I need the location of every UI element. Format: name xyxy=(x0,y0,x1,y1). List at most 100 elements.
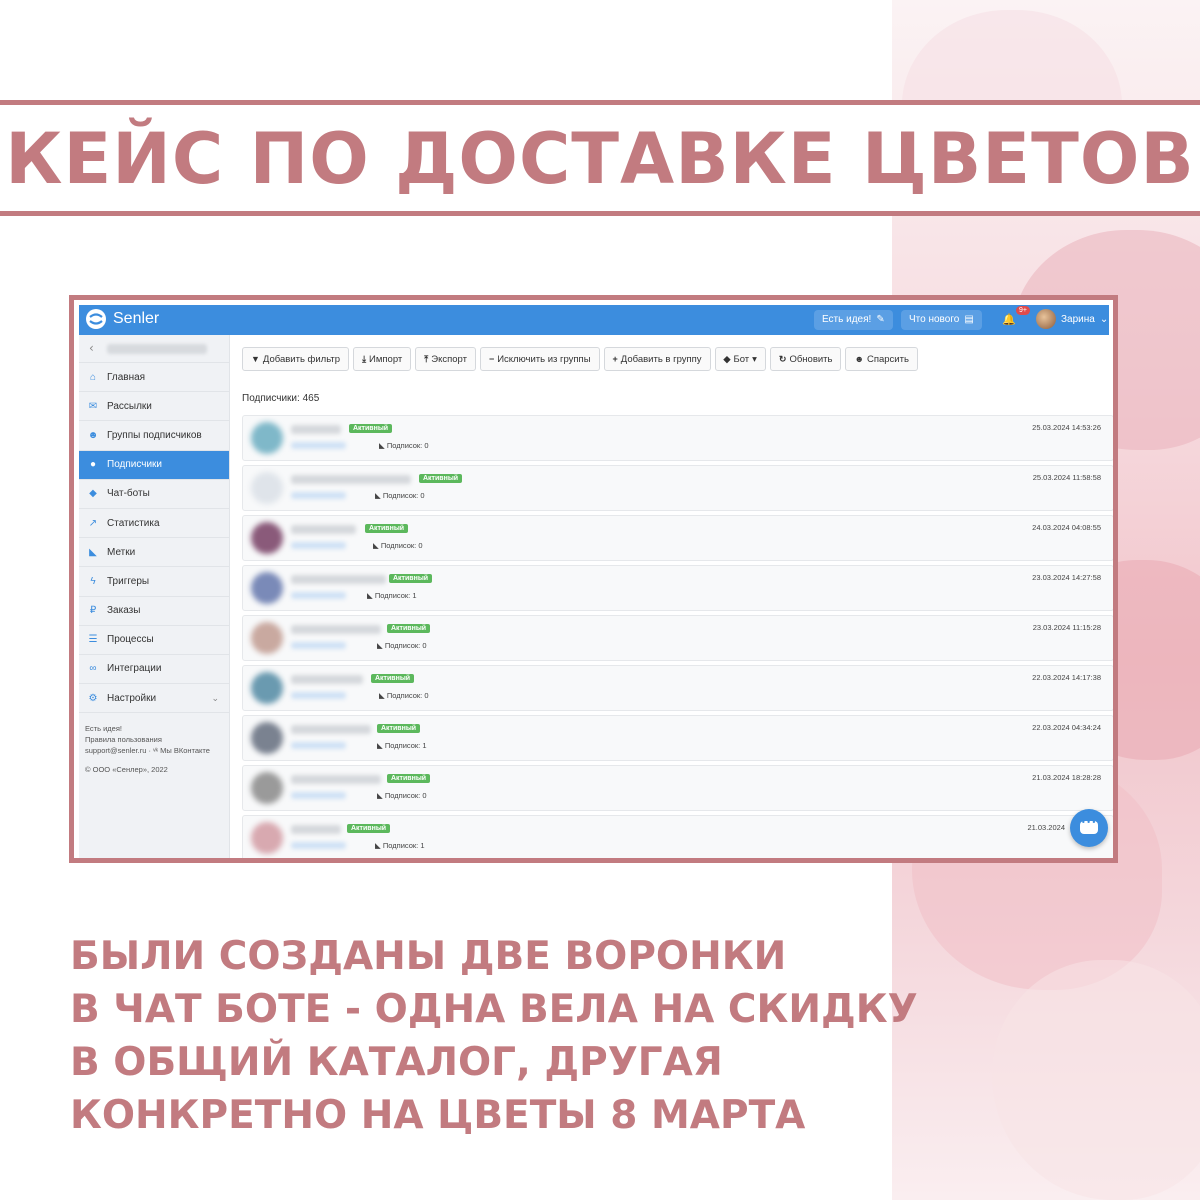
timestamp: 21.03.2024 xyxy=(1027,823,1065,832)
name-blurred xyxy=(291,625,381,634)
sidebar-item-integrations[interactable]: ∞ Интеграции xyxy=(79,655,229,685)
status-badge: Активный xyxy=(419,474,463,483)
caption: БЫЛИ СОЗДАНЫ ДВЕ ВОРОНКИ В ЧАТ БОТЕ - ОД… xyxy=(70,930,918,1142)
footer-support-email[interactable]: support@senler.ru · xyxy=(85,746,153,755)
sidebar-item-chatbots[interactable]: ◆ Чат-боты xyxy=(79,480,229,509)
sidebar-item-home[interactable]: ⌂ Главная xyxy=(79,363,229,393)
subscriptions-label: Подписок: 0 xyxy=(384,791,427,800)
list-item[interactable]: Активный ◣ Подписок: 0 22.03.2024 14:17:… xyxy=(242,665,1113,711)
footer-vk-link[interactable]: Мы ВКонтакте xyxy=(160,746,210,755)
status-badge: Активный xyxy=(377,724,421,733)
status-badge: Активный xyxy=(387,624,431,633)
chart-icon: ↗ xyxy=(88,517,98,529)
subscriptions-label: Подписок: 1 xyxy=(382,841,425,850)
subscriptions-count: ◣ Подписок: 0 xyxy=(377,791,427,800)
avatar xyxy=(251,722,283,754)
button-label: Импорт xyxy=(369,353,403,365)
idea-button[interactable]: Есть идея! ✎ xyxy=(814,310,893,330)
sidebar-item-label: Группы подписчиков xyxy=(107,429,202,441)
name-blurred xyxy=(291,475,411,484)
sidebar-item-label: Подписчики xyxy=(107,459,163,471)
sidebar-item-triggers[interactable]: ϟ Триггеры xyxy=(79,567,229,597)
bell-icon[interactable]: 🔔 xyxy=(1001,312,1017,328)
timestamp: 25.03.2024 11:58:58 xyxy=(1032,473,1101,482)
caret-down-icon: ▾ xyxy=(752,353,757,365)
subscriptions-label: Подписок: 1 xyxy=(384,741,427,750)
list-item[interactable]: Активный ◣ Подписок: 0 25.03.2024 14:53:… xyxy=(242,415,1113,461)
android-icon: ◆ xyxy=(89,488,97,500)
sidebar-item-stats[interactable]: ↗ Статистика xyxy=(79,509,229,539)
avatar xyxy=(251,472,283,504)
notification-badge: 9+ xyxy=(1016,306,1030,315)
avatar xyxy=(251,522,283,554)
bot-dropdown[interactable]: ◆ Бот ▾ xyxy=(714,347,766,371)
app-topbar: Senler Есть идея! ✎ Что нового ▤ 🔔 9+ За… xyxy=(79,305,1109,335)
page-title: КЕЙС ПО ДОСТАВКЕ ЦВЕТОВ xyxy=(5,118,1195,200)
tag-icon: ◣ xyxy=(373,541,381,550)
sidebar-item-label: Заказы xyxy=(107,605,141,617)
subscriptions-count: ◣ Подписок: 0 xyxy=(379,441,429,450)
users-icon: ☻ xyxy=(854,354,864,364)
name-blurred xyxy=(291,725,371,734)
name-blurred xyxy=(291,675,363,684)
sidebar-item-label: Процессы xyxy=(107,634,154,646)
sidebar-item-label: Статистика xyxy=(107,517,160,529)
status-badge: Активный xyxy=(365,524,409,533)
sidebar-item-processes[interactable]: ☰ Процессы xyxy=(79,626,229,655)
footer-idea-link[interactable]: Есть идея! xyxy=(85,723,223,734)
subscriptions-label: Подписок: 0 xyxy=(380,541,423,550)
senler-logo-icon xyxy=(86,309,106,329)
home-icon: ⌂ xyxy=(89,371,97,383)
sidebar-item-subscribers[interactable]: ● Подписчики xyxy=(79,450,229,480)
app-logo[interactable]: Senler xyxy=(85,308,159,330)
subscriber-list: Активный ◣ Подписок: 0 25.03.2024 14:53:… xyxy=(242,415,1113,858)
list-item[interactable]: Активный ◣ Подписок: 0 21.03.2024 18:28:… xyxy=(242,765,1113,811)
export-button[interactable]: ⤒ Экспорт xyxy=(415,347,476,371)
button-label: Бот xyxy=(733,353,750,365)
users-icon: ☻ xyxy=(87,429,99,441)
list-item[interactable]: Активный ◣ Подписок: 0 25.03.2024 11:58:… xyxy=(242,465,1113,511)
tag-icon: ◣ xyxy=(377,741,385,750)
avatar xyxy=(251,572,283,604)
sidebar-back[interactable]: ‹ xyxy=(79,335,229,363)
subscriptions-count: ◣ Подписок: 0 xyxy=(379,691,429,700)
footer-rules-link[interactable]: Правила пользования xyxy=(85,734,223,745)
list-item[interactable]: Активный ◣ Подписок: 0 23.03.2024 11:15:… xyxy=(242,615,1113,661)
band-bottom-line xyxy=(0,211,1200,216)
tag-icon: ◣ xyxy=(379,441,387,450)
list-item[interactable]: Активный ◣ Подписок: 1 21.03.2024 xyxy=(242,815,1113,858)
tag-icon: ◣ xyxy=(375,841,383,850)
list-item[interactable]: Активный ◣ Подписок: 1 23.03.2024 14:27:… xyxy=(242,565,1113,611)
sidebar-item-label: Триггеры xyxy=(107,575,150,587)
sidebar-item-tags[interactable]: ◣ Метки xyxy=(79,538,229,568)
refresh-button[interactable]: ↻ Обновить xyxy=(769,347,842,371)
sidebar-item-orders[interactable]: ₽ Заказы xyxy=(79,597,229,626)
footer-support-line: support@senler.ru · ᵛᵏ Мы ВКонтакте xyxy=(85,745,223,756)
status-badge: Активный xyxy=(371,674,415,683)
sidebar-item-groups[interactable]: ☻ Группы подписчиков xyxy=(79,421,229,451)
status-badge: Активный xyxy=(349,424,393,433)
list-item[interactable]: Активный ◣ Подписок: 0 24.03.2024 04:08:… xyxy=(242,515,1113,561)
button-label: Добавить фильтр xyxy=(262,353,341,365)
button-label: Добавить в группу xyxy=(620,353,702,365)
chat-widget-button[interactable] xyxy=(1070,809,1108,847)
exclude-button[interactable]: − Исключить из группы xyxy=(479,347,600,371)
news-button[interactable]: Что нового ▤ xyxy=(901,310,982,330)
sidebar-item-mailings[interactable]: ✉ Рассылки xyxy=(79,392,229,422)
user-menu[interactable]: Зарина ⌄ xyxy=(1036,309,1108,329)
ruble-icon: ₽ xyxy=(89,605,97,617)
parse-button[interactable]: ☻ Спарсить xyxy=(845,347,918,371)
tag-icon: ◣ xyxy=(377,641,385,650)
list-item[interactable]: Активный ◣ Подписок: 1 22.03.2024 04:34:… xyxy=(242,715,1113,761)
link-blurred xyxy=(291,692,346,699)
name-blurred xyxy=(291,825,341,834)
import-button[interactable]: ⤓ Импорт xyxy=(353,347,412,371)
tag-icon: ◣ xyxy=(367,591,375,600)
envelope-icon: ✉ xyxy=(88,400,98,412)
subscriptions-label: Подписок: 0 xyxy=(386,441,429,450)
add-to-group-button[interactable]: + Добавить в группу xyxy=(603,347,711,371)
chevron-left-icon: ‹ xyxy=(89,341,94,355)
name-blurred xyxy=(291,775,381,784)
sidebar-item-settings[interactable]: ⚙ Настройки ⌄ xyxy=(79,684,229,714)
add-filter-button[interactable]: ▼ Добавить фильтр xyxy=(242,347,350,371)
